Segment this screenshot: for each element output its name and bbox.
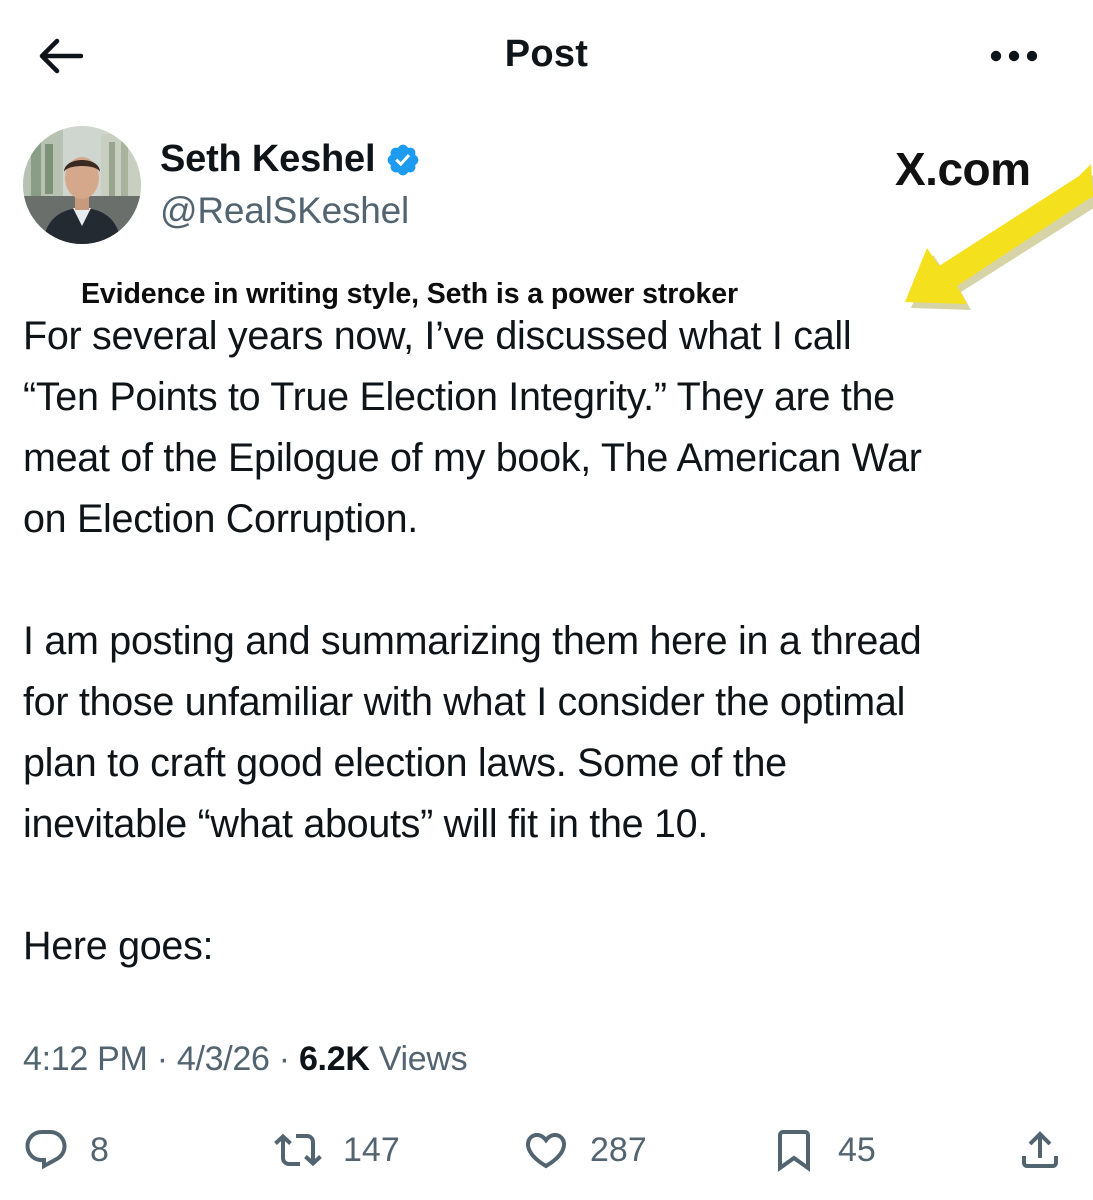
profile-photo <box>23 126 141 244</box>
share-button[interactable] <box>1016 1118 1064 1182</box>
views-label: Views <box>378 1040 468 1078</box>
page-title: Post <box>504 33 589 75</box>
bookmark-icon <box>778 1130 810 1172</box>
reply-button[interactable]: 8 <box>22 1118 109 1182</box>
tweet-paragraph: Here goes: <box>23 924 214 968</box>
repost-count: 147 <box>343 1130 400 1169</box>
yellow-arrow-annotation <box>905 164 1093 310</box>
share-icon <box>1022 1131 1058 1168</box>
author-name[interactable]: Seth Keshel <box>160 138 421 181</box>
top-bar: Post <box>0 0 1093 110</box>
repost-button[interactable]: 147 <box>273 1118 400 1182</box>
more-horizontal-icon <box>990 50 1038 62</box>
like-button[interactable]: 287 <box>522 1118 647 1182</box>
action-bar: 8 147 287 45 <box>0 1118 1093 1182</box>
tweet-date[interactable]: 4/3/26 <box>177 1040 270 1078</box>
tweet-meta: 4:12 PM · 4/3/26 · 6.2K Views <box>23 1040 468 1079</box>
views-count: 6.2K <box>298 1040 370 1078</box>
tweet-time[interactable]: 4:12 PM <box>23 1040 148 1078</box>
like-count: 287 <box>590 1130 647 1169</box>
bookmark-button[interactable]: 45 <box>770 1118 876 1182</box>
tweet-paragraph: For several years now, I’ve discussed wh… <box>23 314 922 541</box>
reply-icon <box>25 1130 67 1170</box>
heart-icon <box>525 1133 567 1169</box>
meta-separator: · <box>278 1040 290 1078</box>
bookmark-count: 45 <box>838 1130 876 1169</box>
repost-icon <box>274 1133 322 1167</box>
tweet-text: For several years now, I’ve discussed wh… <box>23 306 1073 977</box>
author-name-text: Seth Keshel <box>160 138 376 180</box>
author-handle[interactable]: @RealSKeshel <box>160 190 409 232</box>
more-options-button[interactable] <box>986 36 1042 76</box>
tweet-paragraph: I am posting and summarizing them here i… <box>23 619 922 846</box>
meta-separator: · <box>156 1040 168 1078</box>
reply-count: 8 <box>90 1130 109 1169</box>
avatar[interactable] <box>23 126 141 244</box>
verified-badge-icon <box>387 144 419 175</box>
